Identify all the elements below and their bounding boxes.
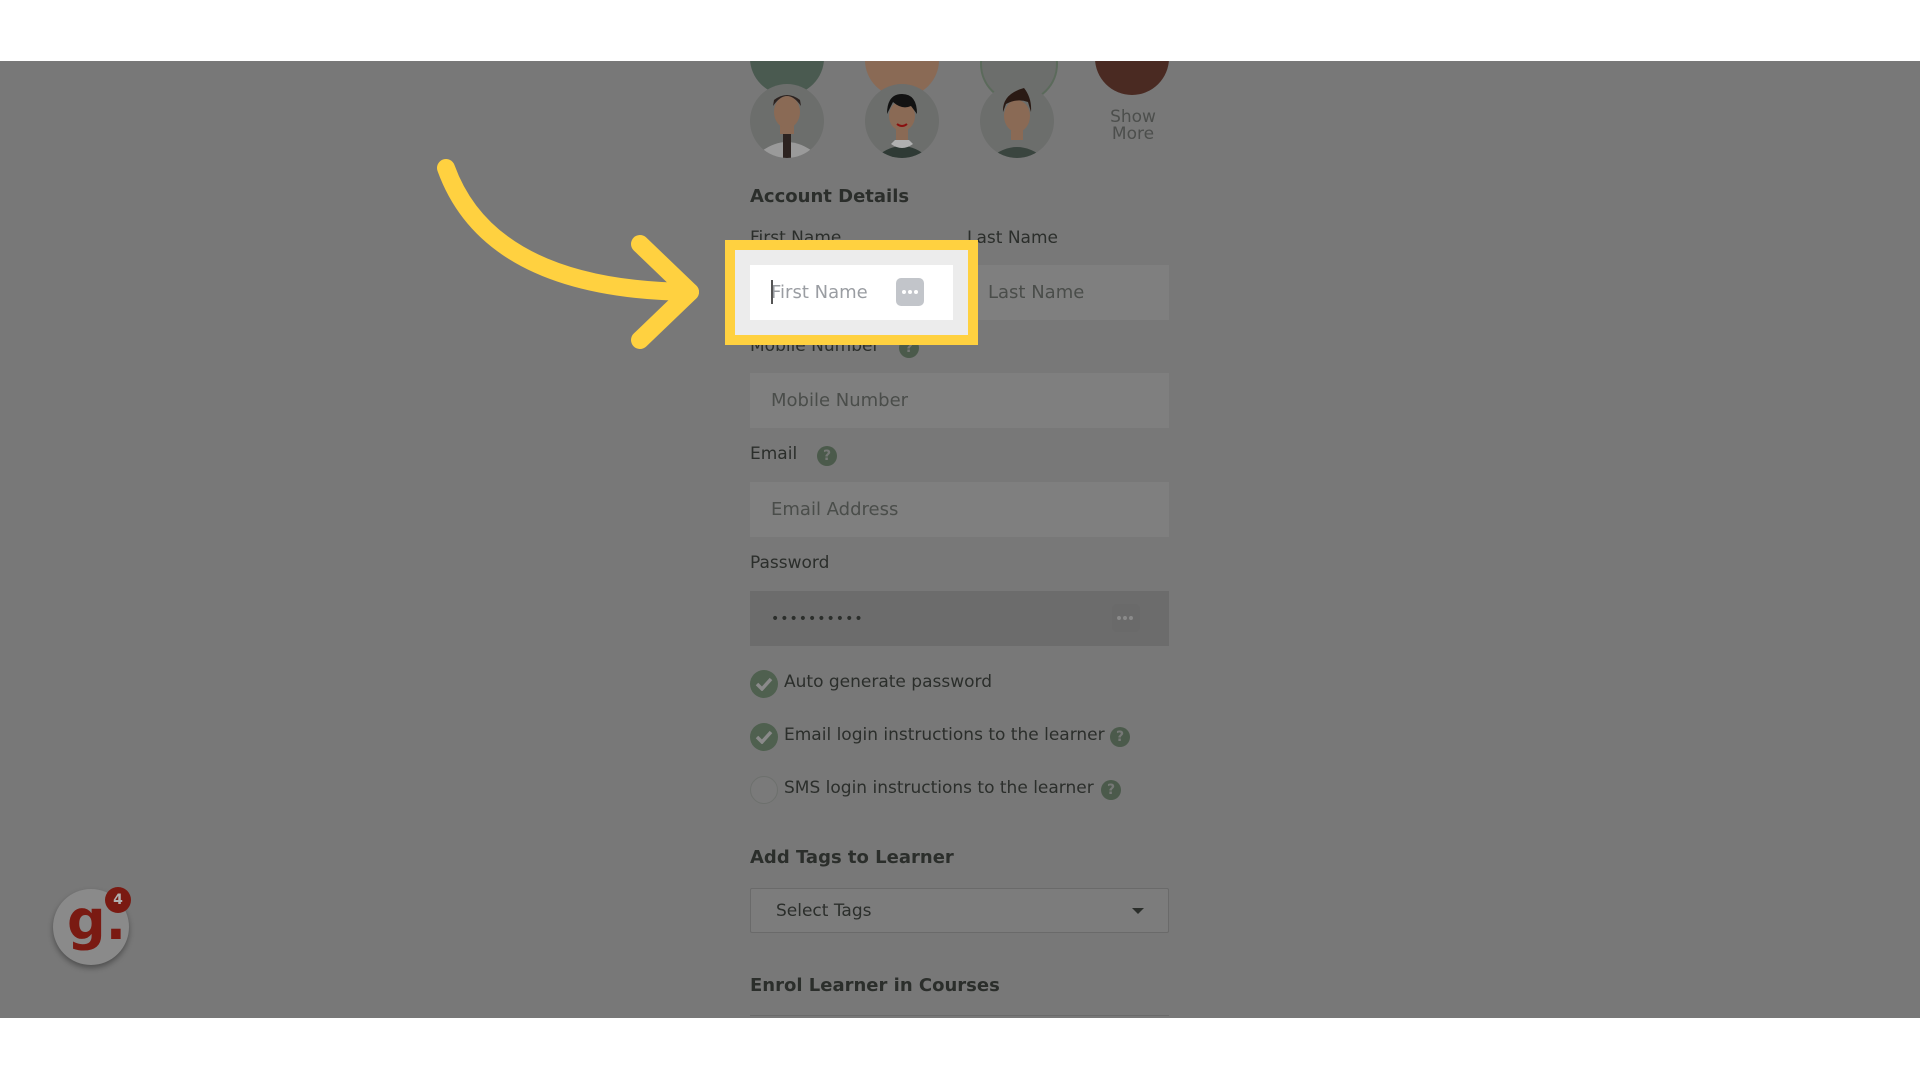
last-name-input[interactable]: Last Name [967, 265, 1169, 320]
email-help-icon[interactable]: ? [817, 446, 837, 466]
auto-generate-password-checkbox[interactable] [750, 670, 778, 698]
checkmark-icon [755, 677, 773, 691]
man-tie-icon [758, 95, 816, 158]
email-label: Email [750, 444, 798, 464]
add-tags-title: Add Tags to Learner [750, 847, 954, 868]
first-name-placeholder: First Name [771, 282, 868, 303]
avatar-man-tie[interactable] [750, 84, 824, 158]
last-name-label: Last Name [967, 228, 1058, 248]
top-white-bar [0, 0, 1920, 61]
password-manager-icon[interactable] [1112, 604, 1140, 632]
avatar-woman-collar[interactable] [865, 84, 939, 158]
dimmed-page: Show More Account Details First Name Las… [0, 61, 1920, 1018]
man-casual-icon [990, 88, 1044, 158]
account-details-title: Account Details [750, 186, 910, 207]
checkmark-icon [755, 730, 773, 744]
password-label: Password [750, 553, 830, 573]
bottom-white-bar [0, 1018, 1920, 1080]
password-input[interactable]: •••••••••• [750, 591, 1169, 646]
notification-badge: 4 [105, 887, 131, 913]
email-input[interactable]: Email Address [750, 482, 1169, 537]
avatar-partial-4[interactable] [1095, 61, 1169, 95]
text-cursor [771, 280, 773, 304]
pointer-arrow-icon [437, 159, 699, 349]
select-tags-placeholder: Select Tags [776, 900, 872, 921]
auto-generate-password-label: Auto generate password [784, 672, 993, 692]
email-login-instructions-label: Email login instructions to the learner [784, 725, 1105, 745]
avatar-man-casual[interactable] [980, 84, 1054, 158]
email-login-instructions-checkbox[interactable] [750, 723, 778, 751]
enrol-courses-title: Enrol Learner in Courses [750, 975, 1000, 996]
mobile-number-input[interactable]: Mobile Number [750, 373, 1169, 428]
email-login-help-icon[interactable]: ? [1110, 727, 1130, 747]
sms-login-instructions-label: SMS login instructions to the learner [784, 778, 1094, 798]
sms-login-help-icon[interactable]: ? [1101, 780, 1121, 800]
password-value: •••••••••• [771, 610, 864, 627]
woman-collar-icon [875, 94, 929, 158]
show-more-link[interactable]: Show More [1108, 109, 1158, 143]
autofill-icon[interactable] [896, 278, 924, 306]
sms-login-instructions-checkbox[interactable] [750, 776, 778, 804]
chevron-down-icon [1132, 908, 1144, 914]
select-tags-dropdown[interactable]: Select Tags [750, 888, 1169, 933]
